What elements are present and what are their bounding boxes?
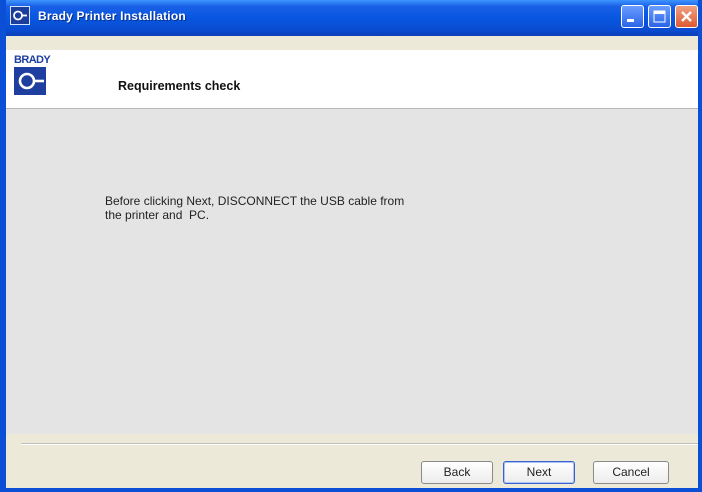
title-bar[interactable]: Brady Printer Installation (6, 0, 698, 36)
brady-app-icon (10, 6, 30, 25)
back-button[interactable]: Back (421, 461, 493, 484)
brady-logo-icon (14, 67, 46, 95)
close-icon (681, 11, 692, 22)
installer-window: Brady Printer Installation BRADY Require… (0, 0, 702, 492)
next-button[interactable]: Next (503, 461, 575, 484)
instruction-message: Before clicking Next, DISCONNECT the USB… (105, 194, 465, 222)
maximize-button[interactable] (648, 5, 671, 28)
minimize-icon (627, 19, 634, 22)
message-line-2: the printer and PC. (105, 208, 210, 222)
minimize-button[interactable] (621, 5, 644, 28)
footer-divider (21, 443, 698, 445)
content-panel: Before clicking Next, DISCONNECT the USB… (6, 109, 698, 434)
message-line-1: Before clicking Next, DISCONNECT the USB… (105, 194, 405, 208)
close-button[interactable] (675, 5, 698, 28)
cancel-button[interactable]: Cancel (593, 461, 669, 484)
maximize-icon (653, 10, 666, 23)
window-title: Brady Printer Installation (38, 9, 186, 23)
brady-logo-text: BRADY (14, 54, 51, 66)
page-title: Requirements check (118, 79, 241, 93)
wizard-header: BRADY Requirements check (6, 50, 698, 109)
